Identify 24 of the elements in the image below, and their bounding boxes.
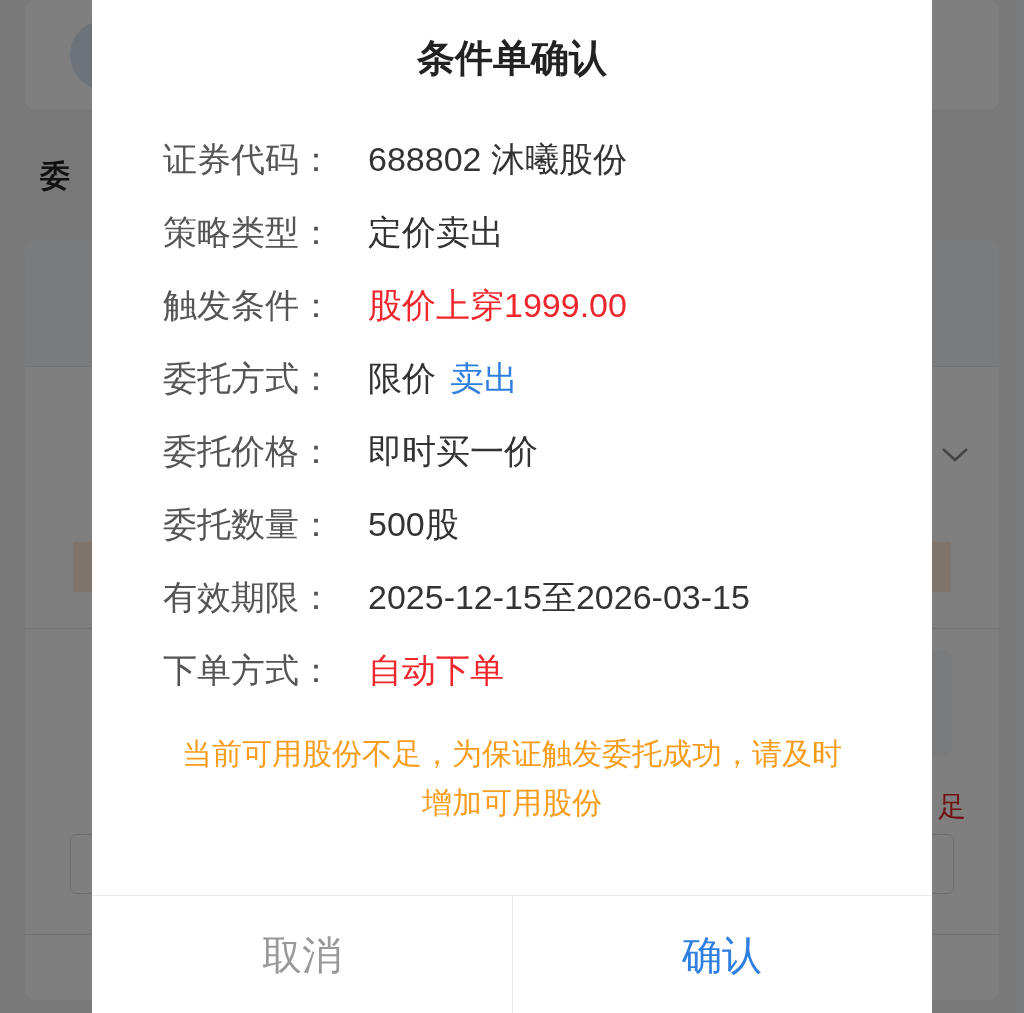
field-label: 证券代码： <box>163 139 334 180</box>
field-value: 股价上穿1999.00 <box>368 285 627 326</box>
field-label: 策略类型： <box>163 212 334 253</box>
field-value: 自动下单 <box>368 650 504 691</box>
field-label: 委托价格： <box>163 431 334 472</box>
field-label: 下单方式： <box>163 650 334 691</box>
warning-message: 当前可用股份不足，为保证触发委托成功，请及时增加可用股份 <box>181 736 843 821</box>
cancel-button[interactable]: 取消 <box>92 896 512 1013</box>
section-heading: 委 <box>40 157 70 194</box>
field-value: 500股 <box>368 504 459 545</box>
field-label: 触发条件： <box>163 285 334 326</box>
warning-text: 足 <box>938 790 966 824</box>
field-value: 2025-12-15至2026-03-15 <box>368 577 750 618</box>
field-value: 卖出 <box>450 358 518 399</box>
field-value: 688802 沐曦股份 <box>368 139 627 180</box>
dialog-title: 条件单确认 <box>417 36 607 81</box>
field-label: 委托数量： <box>163 504 334 545</box>
field-label: 有效期限： <box>163 577 334 618</box>
field-value: 限价 <box>368 358 436 399</box>
field-value: 即时买一价 <box>368 431 538 472</box>
field-label: 委托方式： <box>163 358 334 399</box>
field-value: 定价卖出 <box>368 212 504 253</box>
chevron-down-icon[interactable] <box>941 446 969 463</box>
confirm-button[interactable]: 确认 <box>511 896 932 1013</box>
